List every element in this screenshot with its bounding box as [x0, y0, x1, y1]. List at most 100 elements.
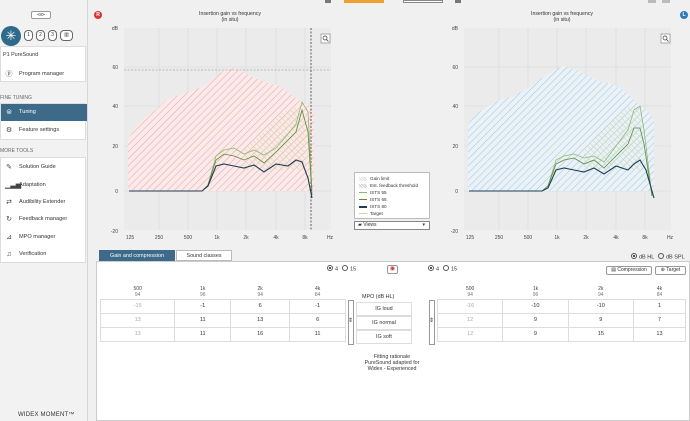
mpo-value[interactable]: 94	[568, 292, 633, 299]
gain-cell[interactable]: 13	[99, 326, 176, 342]
program-name[interactable]: P1 PureSound	[3, 52, 38, 58]
gain-cell[interactable]: 13	[230, 312, 291, 328]
legend-ists55[interactable]: ISTS 55	[359, 190, 387, 195]
top-orange-button[interactable]	[344, 0, 384, 3]
gain-cell[interactable]: 12	[436, 326, 504, 342]
freq-1k: 1k	[532, 285, 539, 292]
sidebar-item-tuning[interactable]: ⊜ Tuning	[1, 104, 87, 121]
y-tick-0: 0	[455, 189, 458, 195]
gain-cell[interactable]: -1	[174, 298, 232, 314]
right-channels-4-radio[interactable]: 4	[327, 265, 339, 273]
right-ear-marker: R	[94, 11, 102, 19]
top-toolbar-icon-2[interactable]	[648, 0, 656, 3]
channels-label: 4	[335, 266, 339, 273]
gain-cell[interactable]: 15	[567, 326, 634, 342]
gain-cell[interactable]: -16	[436, 298, 504, 314]
compression-button[interactable]: ▤ Compression	[606, 266, 652, 275]
y-tick-20: 20	[452, 144, 458, 150]
left-ear-gain-chart[interactable]: dB 60 40 20 0 -20 125 250 500 1k 2k 4k 8…	[444, 20, 679, 245]
zoom-in-icon[interactable]	[660, 33, 671, 44]
mpo-value[interactable]: 96	[503, 292, 568, 299]
right-channels-15-radio[interactable]: 15	[342, 265, 356, 273]
sidebar-item-solution-guide[interactable]: ✎ Solution Guide	[1, 159, 87, 176]
legend-gain-limit[interactable]: Gain limit	[359, 176, 389, 181]
program-icon-2[interactable]: 2	[36, 30, 45, 41]
right-ear-gain-chart[interactable]: dB 60 40 20 0 -20 125 250 500 1k 2k 4k 8…	[104, 20, 339, 245]
x-axis-ticks: 125 250 500 1k 2k 4k 8k Hz	[466, 235, 674, 241]
legend-ists65[interactable]: ISTS 65	[359, 197, 387, 202]
legend-ists80[interactable]: ISTS 80	[359, 204, 387, 209]
sidebar-item-label: Audibility Extender	[19, 199, 66, 205]
hearing-aid-logo-icon[interactable]: ✳	[1, 26, 21, 46]
collapse-toggle[interactable]: ⊲⊳	[31, 11, 51, 19]
gain-cell[interactable]: 12	[436, 312, 504, 328]
sidebar-item-verification[interactable]: ♫ Verification	[1, 246, 87, 263]
mpo-value[interactable]: 94	[231, 292, 290, 299]
sidebar-item-program-manager[interactable]: ⓟ Program manager	[1, 66, 87, 83]
mpo-value[interactable]: 84	[633, 292, 685, 299]
y-axis-ticks: dB 60 40 20 0 -20	[451, 26, 459, 235]
gain-cell[interactable]: 13	[632, 326, 687, 342]
mpo-value[interactable]: 84	[290, 292, 346, 299]
top-white-button[interactable]	[403, 0, 443, 3]
right-up-down-icon[interactable]: ⇕	[348, 318, 353, 324]
freq-2k: 2k	[598, 285, 604, 292]
fitting-rationale-line3: Widex - Experienced	[367, 366, 417, 372]
radio-dot	[658, 253, 664, 259]
mpo-value[interactable]: 94	[101, 292, 175, 299]
mpo-row: 94 96 94 84	[438, 292, 686, 299]
tab-gain-and-compression[interactable]: Gain and compression	[99, 250, 175, 261]
legend-label: Est. feedback threshold	[370, 183, 419, 188]
sidebar-item-audibility-extender[interactable]: ⇄ Audibility Extender	[1, 194, 87, 211]
ig-loud-row: -16 -10 -10 1	[436, 298, 687, 314]
sidebar-item-mpo-manager[interactable]: ⊿ MPO manager	[1, 229, 87, 246]
gain-cell[interactable]: 9	[502, 326, 569, 342]
program-icon-1[interactable]: 1	[24, 30, 33, 41]
x-tick-8k: 8k	[302, 235, 308, 241]
gain-cell[interactable]: 9	[567, 312, 634, 328]
top-toolbar-icon[interactable]	[455, 0, 461, 3]
gain-cell[interactable]: 16	[230, 326, 291, 342]
legend-target[interactable]: Target	[359, 211, 383, 216]
gain-cell[interactable]: 9	[502, 312, 569, 328]
program-icon-4[interactable]: ▥	[60, 30, 73, 41]
sidebar-item-feature-settings[interactable]: ⚙ Feature settings	[1, 122, 87, 139]
y-tick-40: 40	[452, 104, 458, 110]
sidebar-item-label: Tuning	[19, 109, 36, 115]
mpo-value[interactable]: 94	[438, 292, 503, 299]
tab-sound-classes[interactable]: Sound classes	[176, 250, 232, 261]
top-toolbar-icon-3[interactable]	[662, 0, 670, 3]
legend-feedback-threshold[interactable]: Est. feedback threshold	[359, 183, 418, 188]
sidebar-item-feedback-manager[interactable]: ↻ Feedback manager	[1, 211, 87, 228]
frequency-header-row: 500 1k 2k 4k	[101, 285, 346, 292]
x-tick-1k: 1k	[554, 235, 560, 241]
gain-cell[interactable]: 11	[174, 326, 232, 342]
ig-normal-row: 13 11 13 6	[99, 312, 346, 328]
left-channels-15-radio[interactable]: 15	[443, 265, 457, 273]
views-dropdown[interactable]: ▰ Views ▾	[354, 221, 430, 230]
left-channels-4-radio[interactable]: 4	[428, 265, 439, 273]
y-tick-0: 0	[115, 189, 118, 195]
gain-cell[interactable]: 6	[230, 298, 291, 314]
gain-cell[interactable]: 7	[632, 312, 687, 328]
sidebar-item-adaptation[interactable]: ▁▃▅ Adaptation	[1, 177, 87, 194]
gain-cell[interactable]: -1	[289, 298, 346, 314]
gain-cell[interactable]: 1	[632, 298, 687, 314]
zoom-in-icon[interactable]	[320, 33, 331, 44]
target-button[interactable]: ⊕ Target	[655, 266, 686, 275]
mpo-value[interactable]: 96	[175, 292, 231, 299]
gain-cell[interactable]: -10	[567, 298, 634, 314]
gain-cell[interactable]: 13	[99, 312, 176, 328]
chart-legend: Gain limit Est. feedback threshold ISTS …	[354, 172, 430, 219]
gain-cell[interactable]: -10	[502, 298, 569, 314]
link-ears-icon[interactable]: ◉	[387, 265, 398, 274]
gain-cell[interactable]: 6	[289, 312, 346, 328]
left-up-down-icon[interactable]: ⇕	[429, 318, 434, 324]
freq-500: 500	[465, 285, 475, 292]
y-tick-60: 60	[112, 65, 118, 71]
gain-cell[interactable]: -15	[99, 298, 176, 314]
gain-cell[interactable]: 11	[174, 312, 232, 328]
gain-cell[interactable]: 11	[289, 326, 346, 342]
x-tick-500: 500	[184, 235, 193, 241]
program-icon-3[interactable]: 3	[48, 30, 57, 41]
